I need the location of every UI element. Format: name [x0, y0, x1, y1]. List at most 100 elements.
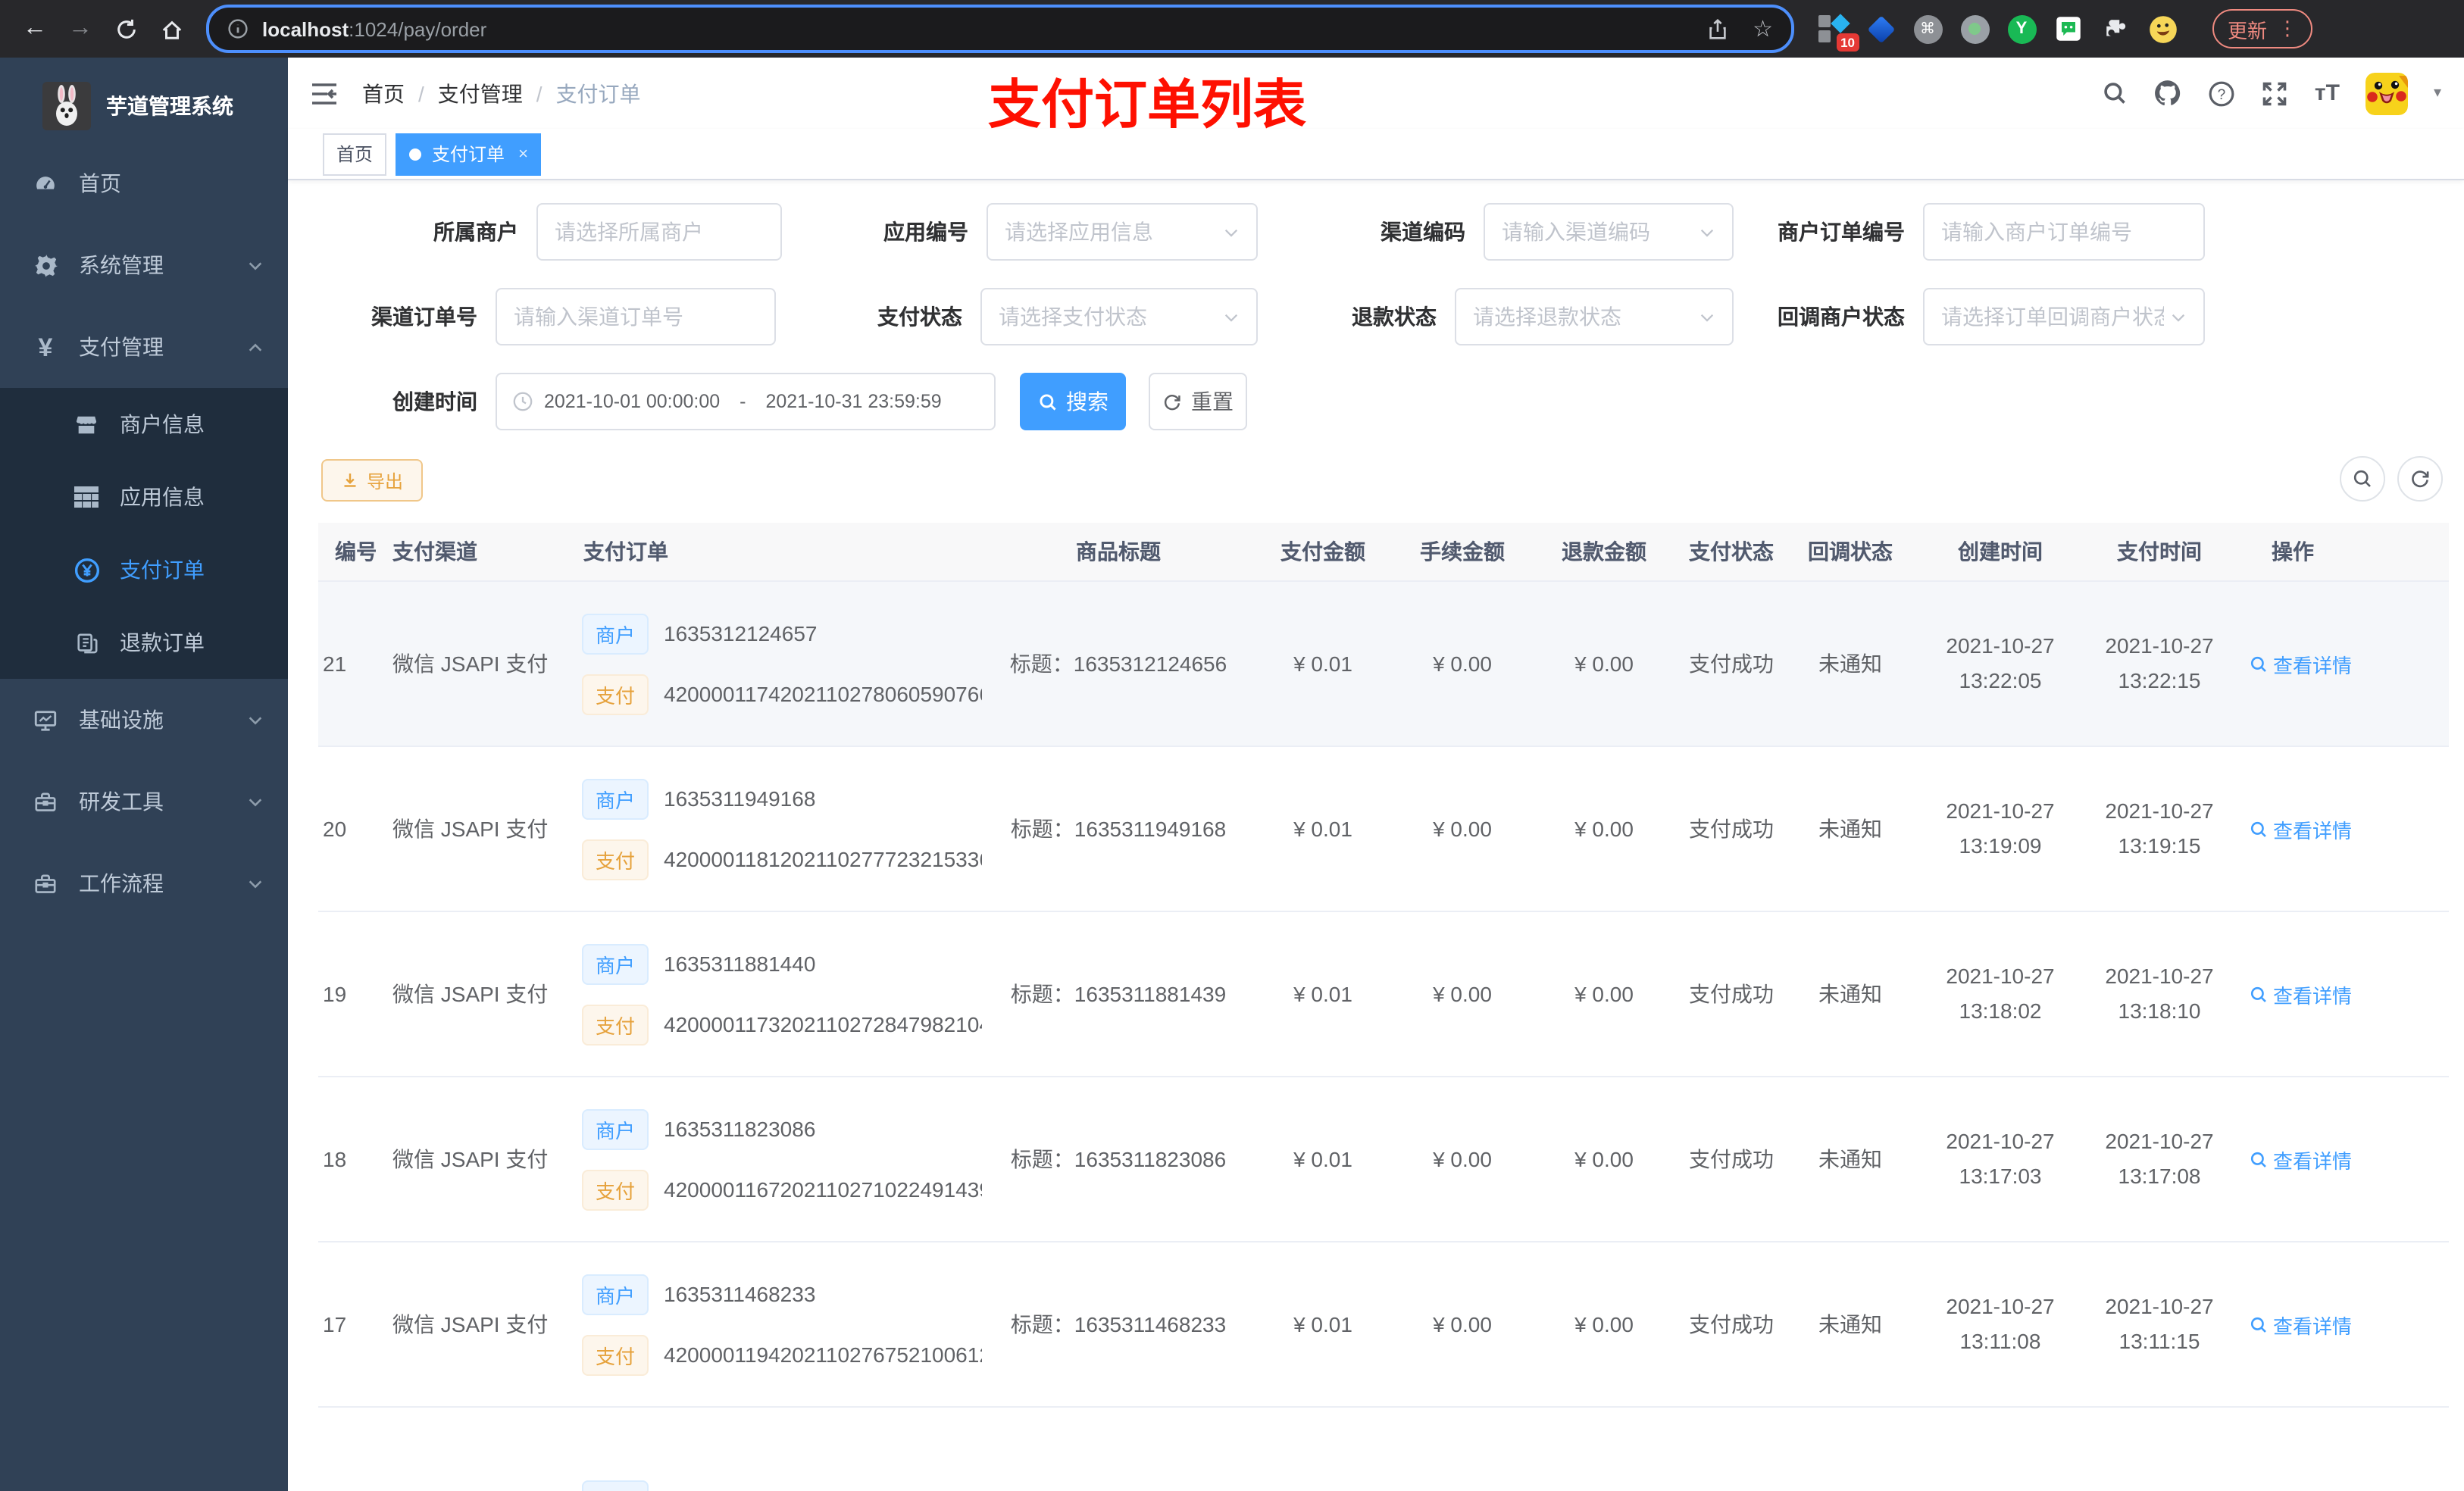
extensions-bar: 10 ⌘ Y 更新 ⋮	[1818, 9, 2313, 52]
back-icon[interactable]: ←	[15, 9, 55, 48]
view-detail-link[interactable]: 查看详情	[2249, 980, 2352, 1008]
tab-支付订单[interactable]: 支付订单 ×	[396, 133, 542, 175]
order-cell: 商户 1635311949168 支付 42000011812021102777232…	[567, 778, 982, 880]
table-toolbar: 导出	[318, 456, 2449, 502]
placeholder-text: 请输入渠道编码	[1502, 220, 1650, 244]
sidebar-item-系统管理[interactable]: 系统管理	[0, 224, 288, 306]
close-tab-icon[interactable]: ×	[518, 145, 528, 163]
collapse-sidebar-icon[interactable]	[311, 81, 338, 105]
sidebar-item-工作流程[interactable]: 工作流程	[0, 842, 288, 924]
cell-action: 查看详情	[2231, 911, 2449, 1077]
pay-order-line: 支付 4200001173202110272847982104	[582, 1004, 982, 1045]
toggle-search-button[interactable]	[2340, 456, 2385, 502]
blue-kite-icon[interactable]	[1865, 14, 1896, 44]
command-circle-icon[interactable]: ⌘	[1912, 14, 1943, 44]
pay-order-line: 支付 4200001167202110271022491439	[582, 1169, 982, 1210]
cell-pay-amount: ¥ 0.01	[1255, 746, 1391, 912]
page-annotation: 支付订单列表	[988, 76, 1307, 135]
y-green-icon[interactable]: Y	[2006, 14, 2037, 44]
browser-update-button[interactable]: 更新 ⋮	[2212, 9, 2313, 48]
fullscreen-icon[interactable]	[2262, 80, 2289, 107]
cell-id: 18	[318, 1077, 376, 1242]
merchant-order-no: 1635311468233	[664, 1282, 816, 1306]
refresh-button[interactable]	[2397, 456, 2443, 502]
filter-form: 创建时间 2021-10-01 00:00:00 - 2021-10-31 23…	[318, 203, 2449, 453]
cell-channel: 微信 JSAPI 支付	[376, 1077, 567, 1242]
chat-green-icon[interactable]	[2053, 14, 2084, 44]
avatar[interactable]	[2365, 72, 2408, 114]
search-icon[interactable]	[2103, 80, 2128, 106]
cell-create-time: 2021-10-27 13:17:03	[1912, 1077, 2088, 1242]
help-icon[interactable]: ?	[2209, 80, 2236, 107]
caret-down-icon[interactable]: ▾	[2434, 85, 2441, 102]
placeholder-text: 请选择订单回调商户状态	[1941, 305, 2164, 329]
sidebar-item-支付管理[interactable]: ¥ 支付管理	[0, 306, 288, 388]
sidebar-item-应用信息[interactable]: 应用信息	[0, 461, 288, 533]
order-cell: 商户 1635311881440 支付 42000011732021102728479…	[567, 943, 982, 1045]
filter-select-应用编号[interactable]: 请选择应用信息	[987, 203, 1258, 261]
table-row: 18 微信 JSAPI 支付 商户 1635311823086 支付 4200001167…	[318, 1077, 2449, 1242]
cell-id	[318, 1407, 376, 1491]
tab-首页[interactable]: 首页	[323, 133, 387, 175]
view-detail-link[interactable]: 查看详情	[2249, 649, 2352, 678]
merchant-order-line: 商户 1635311823086	[582, 1108, 982, 1149]
view-detail-link[interactable]: 查看详情	[2249, 814, 2352, 843]
cell-id: 17	[318, 1242, 376, 1408]
share-icon[interactable]	[1706, 17, 1728, 40]
breadcrumb-item[interactable]: 支付管理	[438, 78, 523, 108]
font-size-icon[interactable]: ᴛT	[2315, 80, 2340, 106]
emoji-avatar-icon[interactable]	[2147, 14, 2178, 44]
merchant-order-line: 商户1635311415726	[582, 1480, 982, 1491]
cell-title: 标题：1635311468233	[982, 1242, 1255, 1408]
sidebar-item-基础设施[interactable]: 基础设施	[0, 679, 288, 761]
puzzle-icon[interactable]	[2100, 14, 2131, 44]
bookmark-star-icon[interactable]: ☆	[1753, 15, 1773, 42]
filter-select-回调商户状态[interactable]: 请选择订单回调商户状态	[1923, 288, 2205, 345]
search-button[interactable]: 搜索	[1020, 373, 1126, 430]
cell-order-numbers: 商户1635311415726	[567, 1407, 982, 1491]
sidebar-item-研发工具[interactable]: 研发工具	[0, 761, 288, 842]
reload-icon[interactable]	[106, 9, 145, 48]
filter-label-渠道订单号: 渠道订单号	[371, 305, 477, 329]
filter-label-退款状态: 退款状态	[1352, 305, 1437, 329]
sidebar-item-支付订单[interactable]: 支付订单	[0, 533, 288, 606]
sidebar-item-退款订单[interactable]: 退款订单	[0, 606, 288, 679]
date-line: 2021-10-27	[1946, 1294, 2055, 1318]
address-bar[interactable]: localhost:1024/pay/order ☆	[206, 5, 1794, 53]
cell-refund-amount: ¥ 0.00	[1534, 911, 1674, 1077]
filter-input-商户订单编号[interactable]: 请输入商户订单编号	[1923, 203, 2205, 261]
green-dot-circle-icon[interactable]	[1959, 14, 1990, 44]
cell-pay-time: 2021-10-27 13:19:15	[2088, 746, 2231, 912]
cell-fee-amount: ¥ 0.00	[1391, 1077, 1534, 1242]
reset-button[interactable]: 重置	[1149, 373, 1247, 430]
filter-input-渠道订单号[interactable]: 请输入渠道订单号	[496, 288, 776, 345]
sidebar-item-商户信息[interactable]: 商户信息	[0, 388, 288, 461]
cell-order-numbers: 商户 1635311949168 支付 42000011812021102777232…	[567, 746, 982, 912]
browser-menu-icon[interactable]: ⋮	[2278, 17, 2297, 41]
logo-image	[42, 82, 91, 130]
table-row-partial: 商户1635311415726	[318, 1407, 2449, 1491]
page-content: 创建时间 2021-10-01 00:00:00 - 2021-10-31 23…	[288, 180, 2464, 1491]
grid-diamond-icon[interactable]: 10	[1818, 14, 1859, 52]
merchant-tag: 商户	[582, 613, 649, 654]
order-cell: 商户 1635311823086 支付 42000011672021102710224…	[567, 1108, 982, 1210]
cell-create-time: 2021-10-27 13:22:05	[1912, 581, 2088, 747]
column-header-创建时间: 创建时间	[1912, 523, 2088, 582]
site-info-icon[interactable]	[227, 18, 249, 39]
cell-notify-status: 未通知	[1788, 911, 1912, 1077]
forward-icon[interactable]: →	[61, 9, 100, 48]
breadcrumb-item[interactable]: 首页	[362, 78, 405, 108]
sidebar-item-label: 支付管理	[79, 335, 164, 359]
view-detail-link[interactable]: 查看详情	[2249, 1310, 2352, 1339]
app-logo[interactable]: 芋道管理系统	[0, 58, 288, 142]
home-icon[interactable]	[152, 9, 191, 48]
view-detail-link[interactable]: 查看详情	[2249, 1145, 2352, 1174]
table-row: 19 微信 JSAPI 支付 商户 1635311881440 支付 4200001173…	[318, 911, 2449, 1077]
sidebar-item-首页[interactable]: 首页	[0, 142, 288, 224]
cell-pay-status: 支付成功	[1674, 746, 1788, 912]
time-line: 13:11:08	[1959, 1329, 2041, 1353]
export-button[interactable]: 导出	[321, 459, 424, 502]
github-icon[interactable]	[2154, 79, 2183, 108]
toolbox-icon	[32, 790, 59, 813]
create-time-range-picker[interactable]: 2021-10-01 00:00:00 - 2021-10-31 23:59:5…	[496, 373, 996, 430]
